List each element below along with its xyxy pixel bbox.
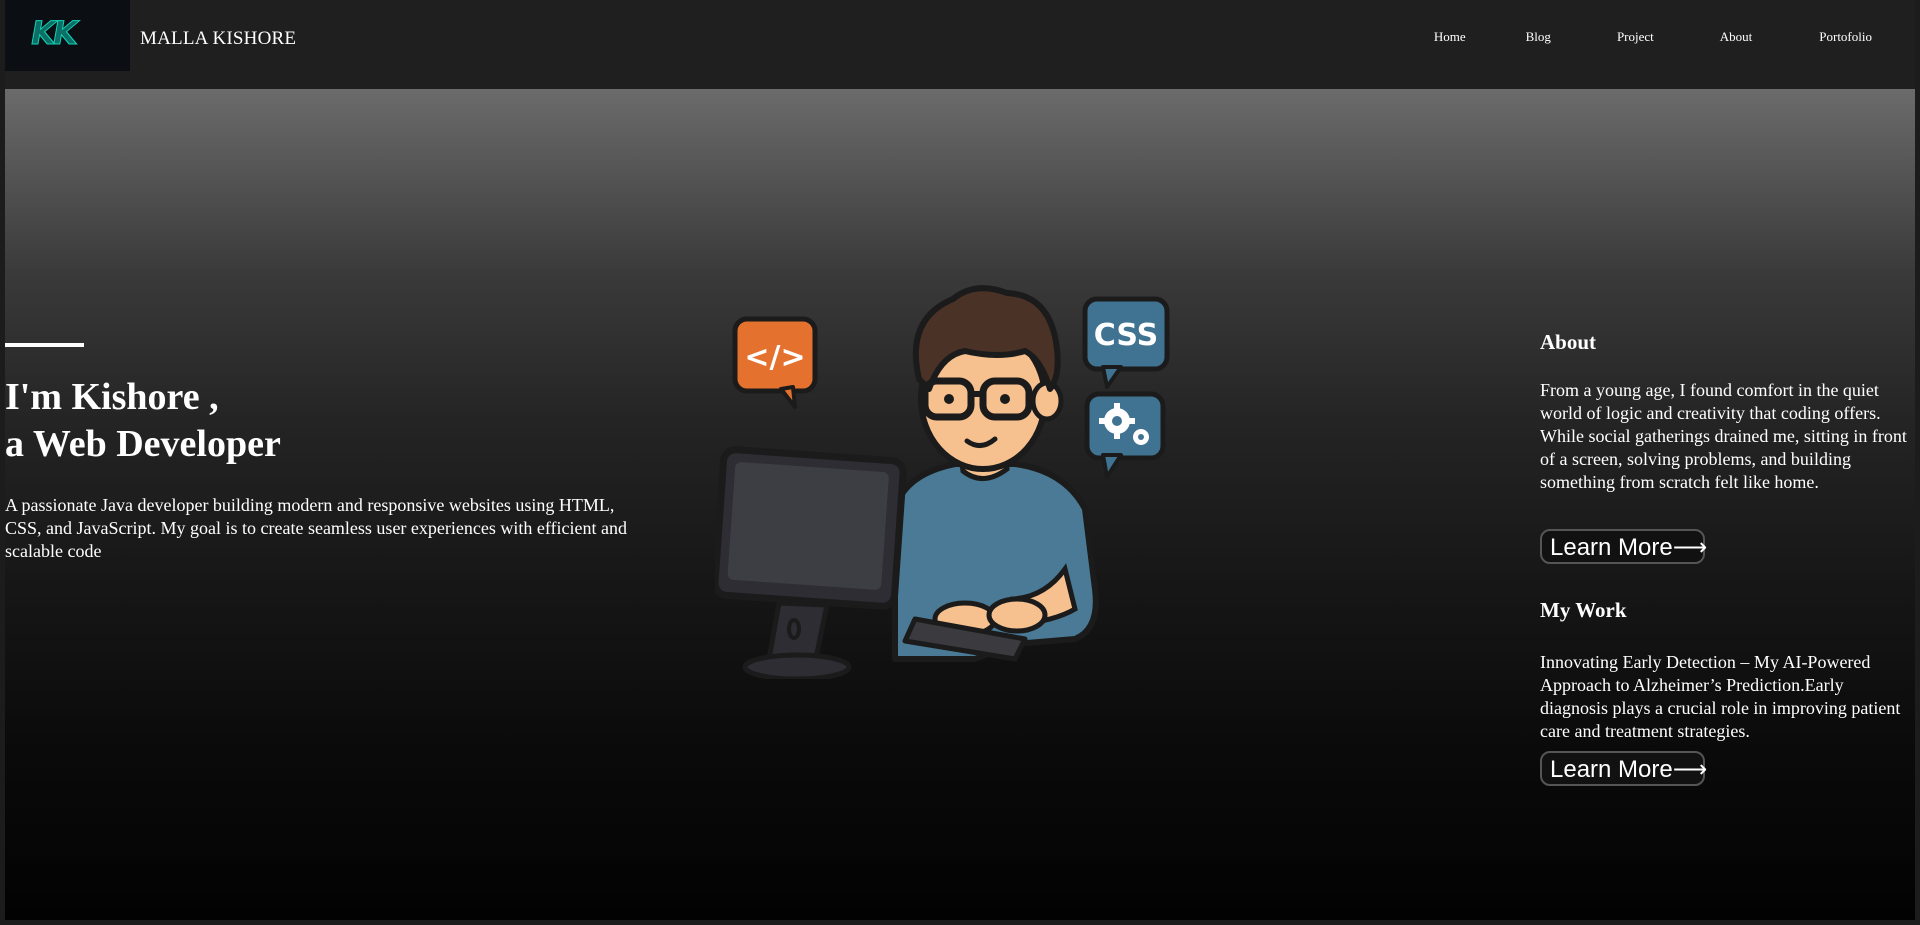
nav-link-home[interactable]: Home (1434, 29, 1466, 45)
about-learn-more-button[interactable]: Learn More⟶ (1540, 529, 1707, 564)
about-text: From a young age, I found comfort in the… (1540, 380, 1907, 492)
code-bubble: </> (732, 316, 818, 409)
monitor (715, 446, 907, 679)
work-title: My Work (1540, 598, 1627, 622)
hero-heading-line1: I'm Kishore , (5, 376, 219, 418)
nav-link-portfolio[interactable]: Portofolio (1819, 29, 1872, 45)
hero-section: I'm Kishore , a Web Developer A passiona… (5, 89, 1915, 920)
accent-line (5, 343, 84, 347)
developer-illustration: </> CSS (715, 285, 1170, 679)
nav-links: Home Blog Project About Portofolio (1434, 29, 1872, 45)
hero-heading-line2: a Web Developer (5, 423, 281, 465)
code-bubble-label: </> (744, 340, 805, 375)
developer-figure (892, 285, 1099, 662)
nav-link-project[interactable]: Project (1617, 29, 1654, 45)
brand-name: MALLA KISHORE (140, 28, 297, 49)
logo-text: KK (27, 13, 78, 52)
gear-icon (1084, 391, 1166, 479)
nav-link-blog[interactable]: Blog (1526, 29, 1551, 45)
hero-heading: I'm Kishore , a Web Developer (5, 374, 281, 468)
work-learn-more-button[interactable]: Learn More⟶ (1540, 751, 1707, 786)
css-bubble-label: CSS (1094, 318, 1158, 353)
hero-description: A passionate Java developer building mod… (5, 495, 627, 561)
about-title: About (1540, 330, 1597, 354)
nav-link-about[interactable]: About (1720, 29, 1753, 45)
page-frame: KK MALLA KISHORE Home Blog Project About… (0, 0, 1920, 925)
navbar: KK MALLA KISHORE Home Blog Project About… (5, 0, 1915, 89)
work-text: Innovating Early Detection – My AI-Power… (1540, 652, 1901, 741)
logo[interactable]: KK (5, 0, 130, 71)
css-bubble: CSS (1082, 296, 1170, 389)
